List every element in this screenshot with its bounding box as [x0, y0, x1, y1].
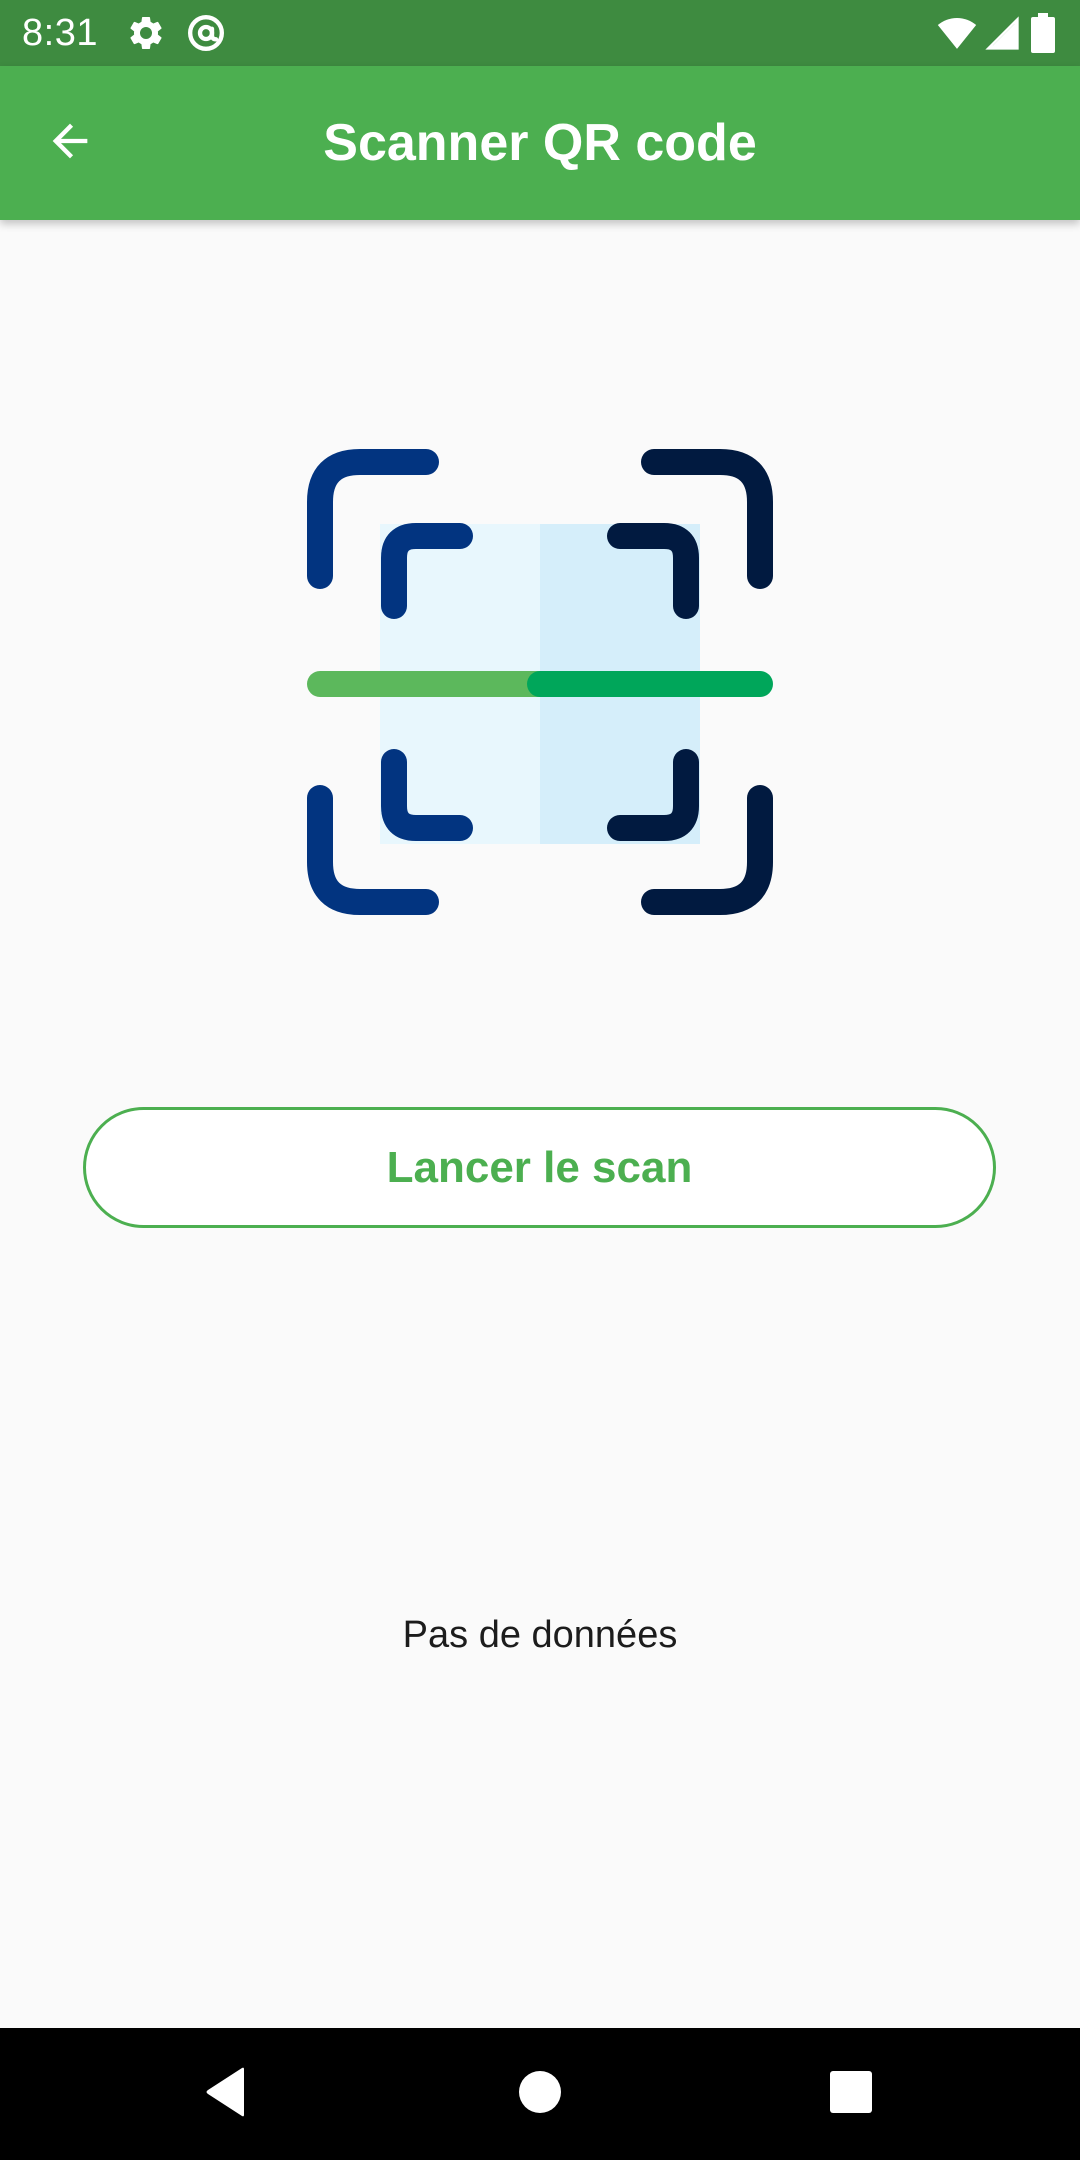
arrow-back-icon [44, 115, 96, 172]
status-bar: 8:31 [0, 0, 1080, 66]
status-time: 8:31 [22, 12, 98, 54]
back-triangle-icon [202, 2067, 250, 2122]
no-data-message: Pas de données [402, 1614, 678, 1656]
nav-home-button[interactable] [504, 2058, 576, 2130]
page-title: Scanner QR code [323, 114, 757, 172]
at-sign-icon [186, 13, 226, 53]
recents-square-icon [830, 2070, 872, 2118]
app-bar: Scanner QR code [0, 66, 1080, 220]
home-circle-icon [518, 2070, 562, 2119]
battery-icon [1030, 13, 1056, 53]
cellular-signal-icon [982, 13, 1022, 53]
nav-back-button[interactable] [190, 2058, 262, 2130]
wifi-icon [936, 13, 978, 53]
system-navigation-bar [0, 2028, 1080, 2160]
start-scan-button[interactable]: Lancer le scan [83, 1107, 996, 1228]
back-button[interactable] [24, 97, 116, 189]
settings-icon [126, 13, 166, 53]
qr-scan-illustration-icon [300, 442, 780, 922]
nav-recents-button[interactable] [815, 2058, 887, 2130]
